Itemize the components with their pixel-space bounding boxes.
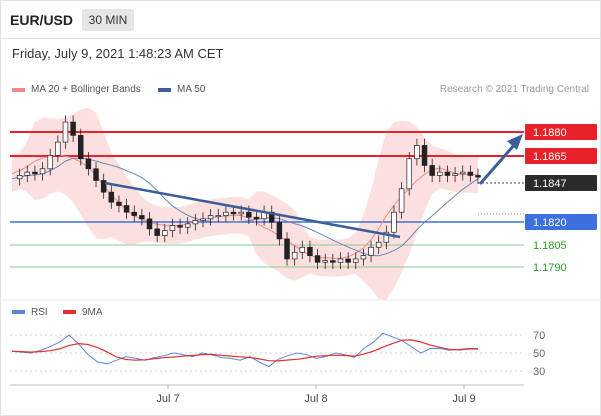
candle [116,201,122,206]
price-chart: 1.1880 1.1865 1.1847 1.1820 1.1805 1.1790 70 50… [0,107,601,405]
candle [360,255,367,260]
candle [169,225,176,231]
candle [223,211,229,216]
x-axis-label: Jul 9 [452,393,475,405]
candle [184,223,191,228]
candle [368,246,374,256]
candle [62,121,69,143]
candle [207,215,214,220]
candle [78,135,84,160]
candle [146,218,153,230]
rsi-tick-label: 70 [533,330,545,342]
candle [93,168,99,181]
level-label-resistance: 1.1865 [533,151,567,163]
candle [253,216,260,220]
candle [131,211,137,216]
rsi-ma9-line [11,339,478,362]
rsi-swatch-icon [12,310,25,314]
candle [139,215,145,220]
candle [459,171,466,175]
candle [314,255,321,263]
level-label-support: 1.1790 [533,262,567,274]
forecast-arrow-icon [507,134,523,150]
candle [238,211,244,215]
candle [24,171,31,176]
forecast-arrow-line [478,143,517,185]
candle [475,175,481,178]
candle [200,218,206,221]
candle [16,175,23,180]
candle [330,260,336,263]
candle [39,168,46,175]
rsi-tick-label: 30 [533,366,545,378]
level-label-resistance: 1.1880 [533,127,567,139]
candle [85,158,92,170]
candle [55,141,61,156]
candle [123,205,130,213]
x-axis-label: Jul 7 [156,393,179,405]
rsi-line [11,332,478,368]
candle [246,211,252,218]
candle [444,171,451,176]
candle [437,171,443,176]
candle [429,165,435,176]
ma9-swatch-icon [63,310,76,314]
level-label-pivot: 1.1820 [533,217,567,229]
candle [215,215,222,218]
candle [70,121,76,136]
candle [47,155,53,170]
candle [307,246,313,256]
candle [162,230,168,236]
candle [177,225,183,228]
candle [375,241,382,248]
candle [391,211,397,233]
ma9-legend-label: 9MA [82,307,103,318]
x-axis-label: Jul 8 [304,393,327,405]
candle [192,220,199,225]
candle [398,188,405,213]
candle [276,221,283,240]
candle [284,238,290,260]
candle [345,258,351,263]
candle [421,145,428,166]
rsi-legend-label: RSI [31,307,48,318]
candle [322,260,328,263]
candle [353,258,359,263]
candle [452,173,458,176]
candle [414,145,420,160]
candle [467,171,474,176]
candle [108,191,115,203]
candle [230,211,237,215]
candle [154,228,160,236]
level-label-support: 1.1805 [533,240,567,252]
rsi-tick-label: 50 [533,348,545,360]
candle [291,251,298,260]
level-label-current: 1.1847 [533,178,567,190]
candle [337,258,344,263]
candle [406,158,412,190]
candle [299,246,306,253]
candle [32,171,38,175]
